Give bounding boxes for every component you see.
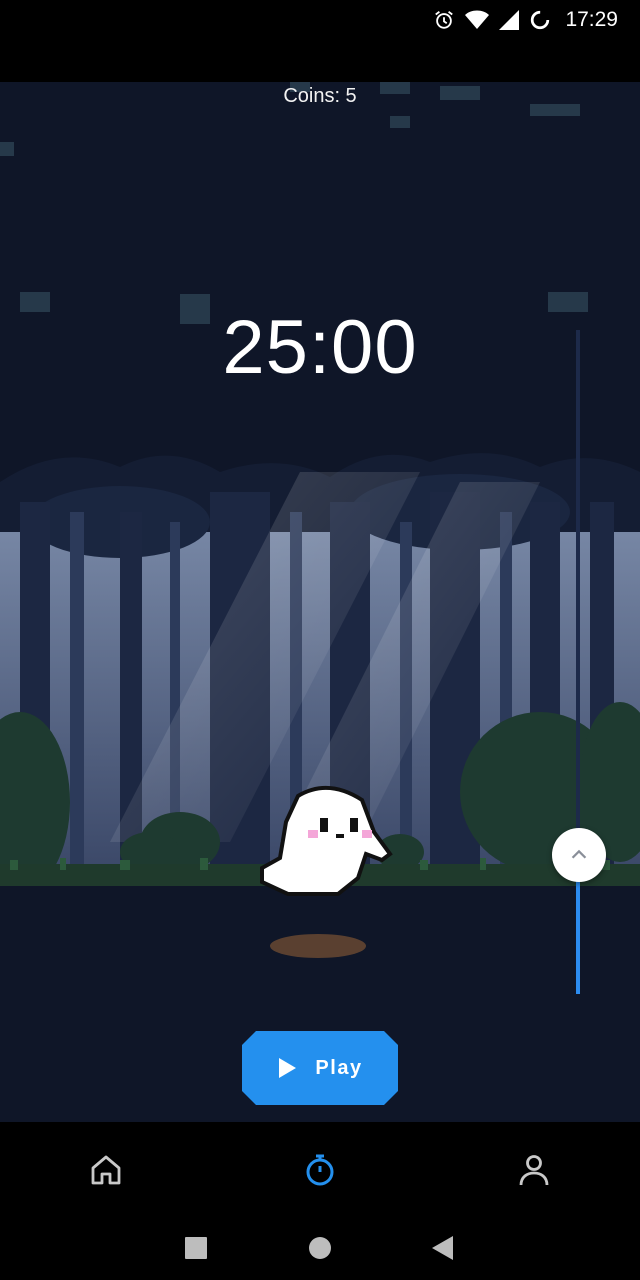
cellular-signal-icon (499, 9, 520, 31)
play-icon (279, 1058, 297, 1078)
status-bar: 17:29 (0, 0, 640, 40)
progress-fill (576, 881, 580, 994)
recents-button[interactable] (178, 1230, 214, 1266)
progress-track (576, 330, 580, 994)
profile-icon (519, 1155, 549, 1186)
coins-counter: Coins: 5 (283, 85, 357, 107)
home-circle-icon (309, 1237, 331, 1259)
play-button[interactable]: Play (242, 1031, 398, 1105)
recents-icon (185, 1237, 207, 1259)
system-navigation (0, 1214, 640, 1280)
game-area (0, 82, 640, 1122)
home-icon (91, 1155, 121, 1185)
back-button[interactable] (424, 1230, 460, 1266)
ghost-character (260, 785, 393, 896)
expand-button[interactable] (552, 828, 606, 882)
nav-timer[interactable] (300, 1150, 340, 1190)
nav-profile[interactable] (514, 1150, 554, 1190)
status-time: 17:29 (565, 8, 618, 31)
timer-display: 25:00 (222, 305, 418, 390)
system-home-button[interactable] (302, 1230, 338, 1266)
back-icon (432, 1236, 453, 1260)
nav-home[interactable] (86, 1150, 126, 1190)
wifi-icon (465, 9, 490, 31)
chevron-up-icon (571, 849, 587, 859)
forest-background (0, 82, 640, 1122)
alarm-icon (433, 9, 455, 31)
play-button-label: Play (315, 1056, 363, 1079)
stopwatch-icon (306, 1154, 334, 1186)
bottom-navigation (0, 1122, 640, 1214)
battery-charging-icon (529, 9, 551, 31)
